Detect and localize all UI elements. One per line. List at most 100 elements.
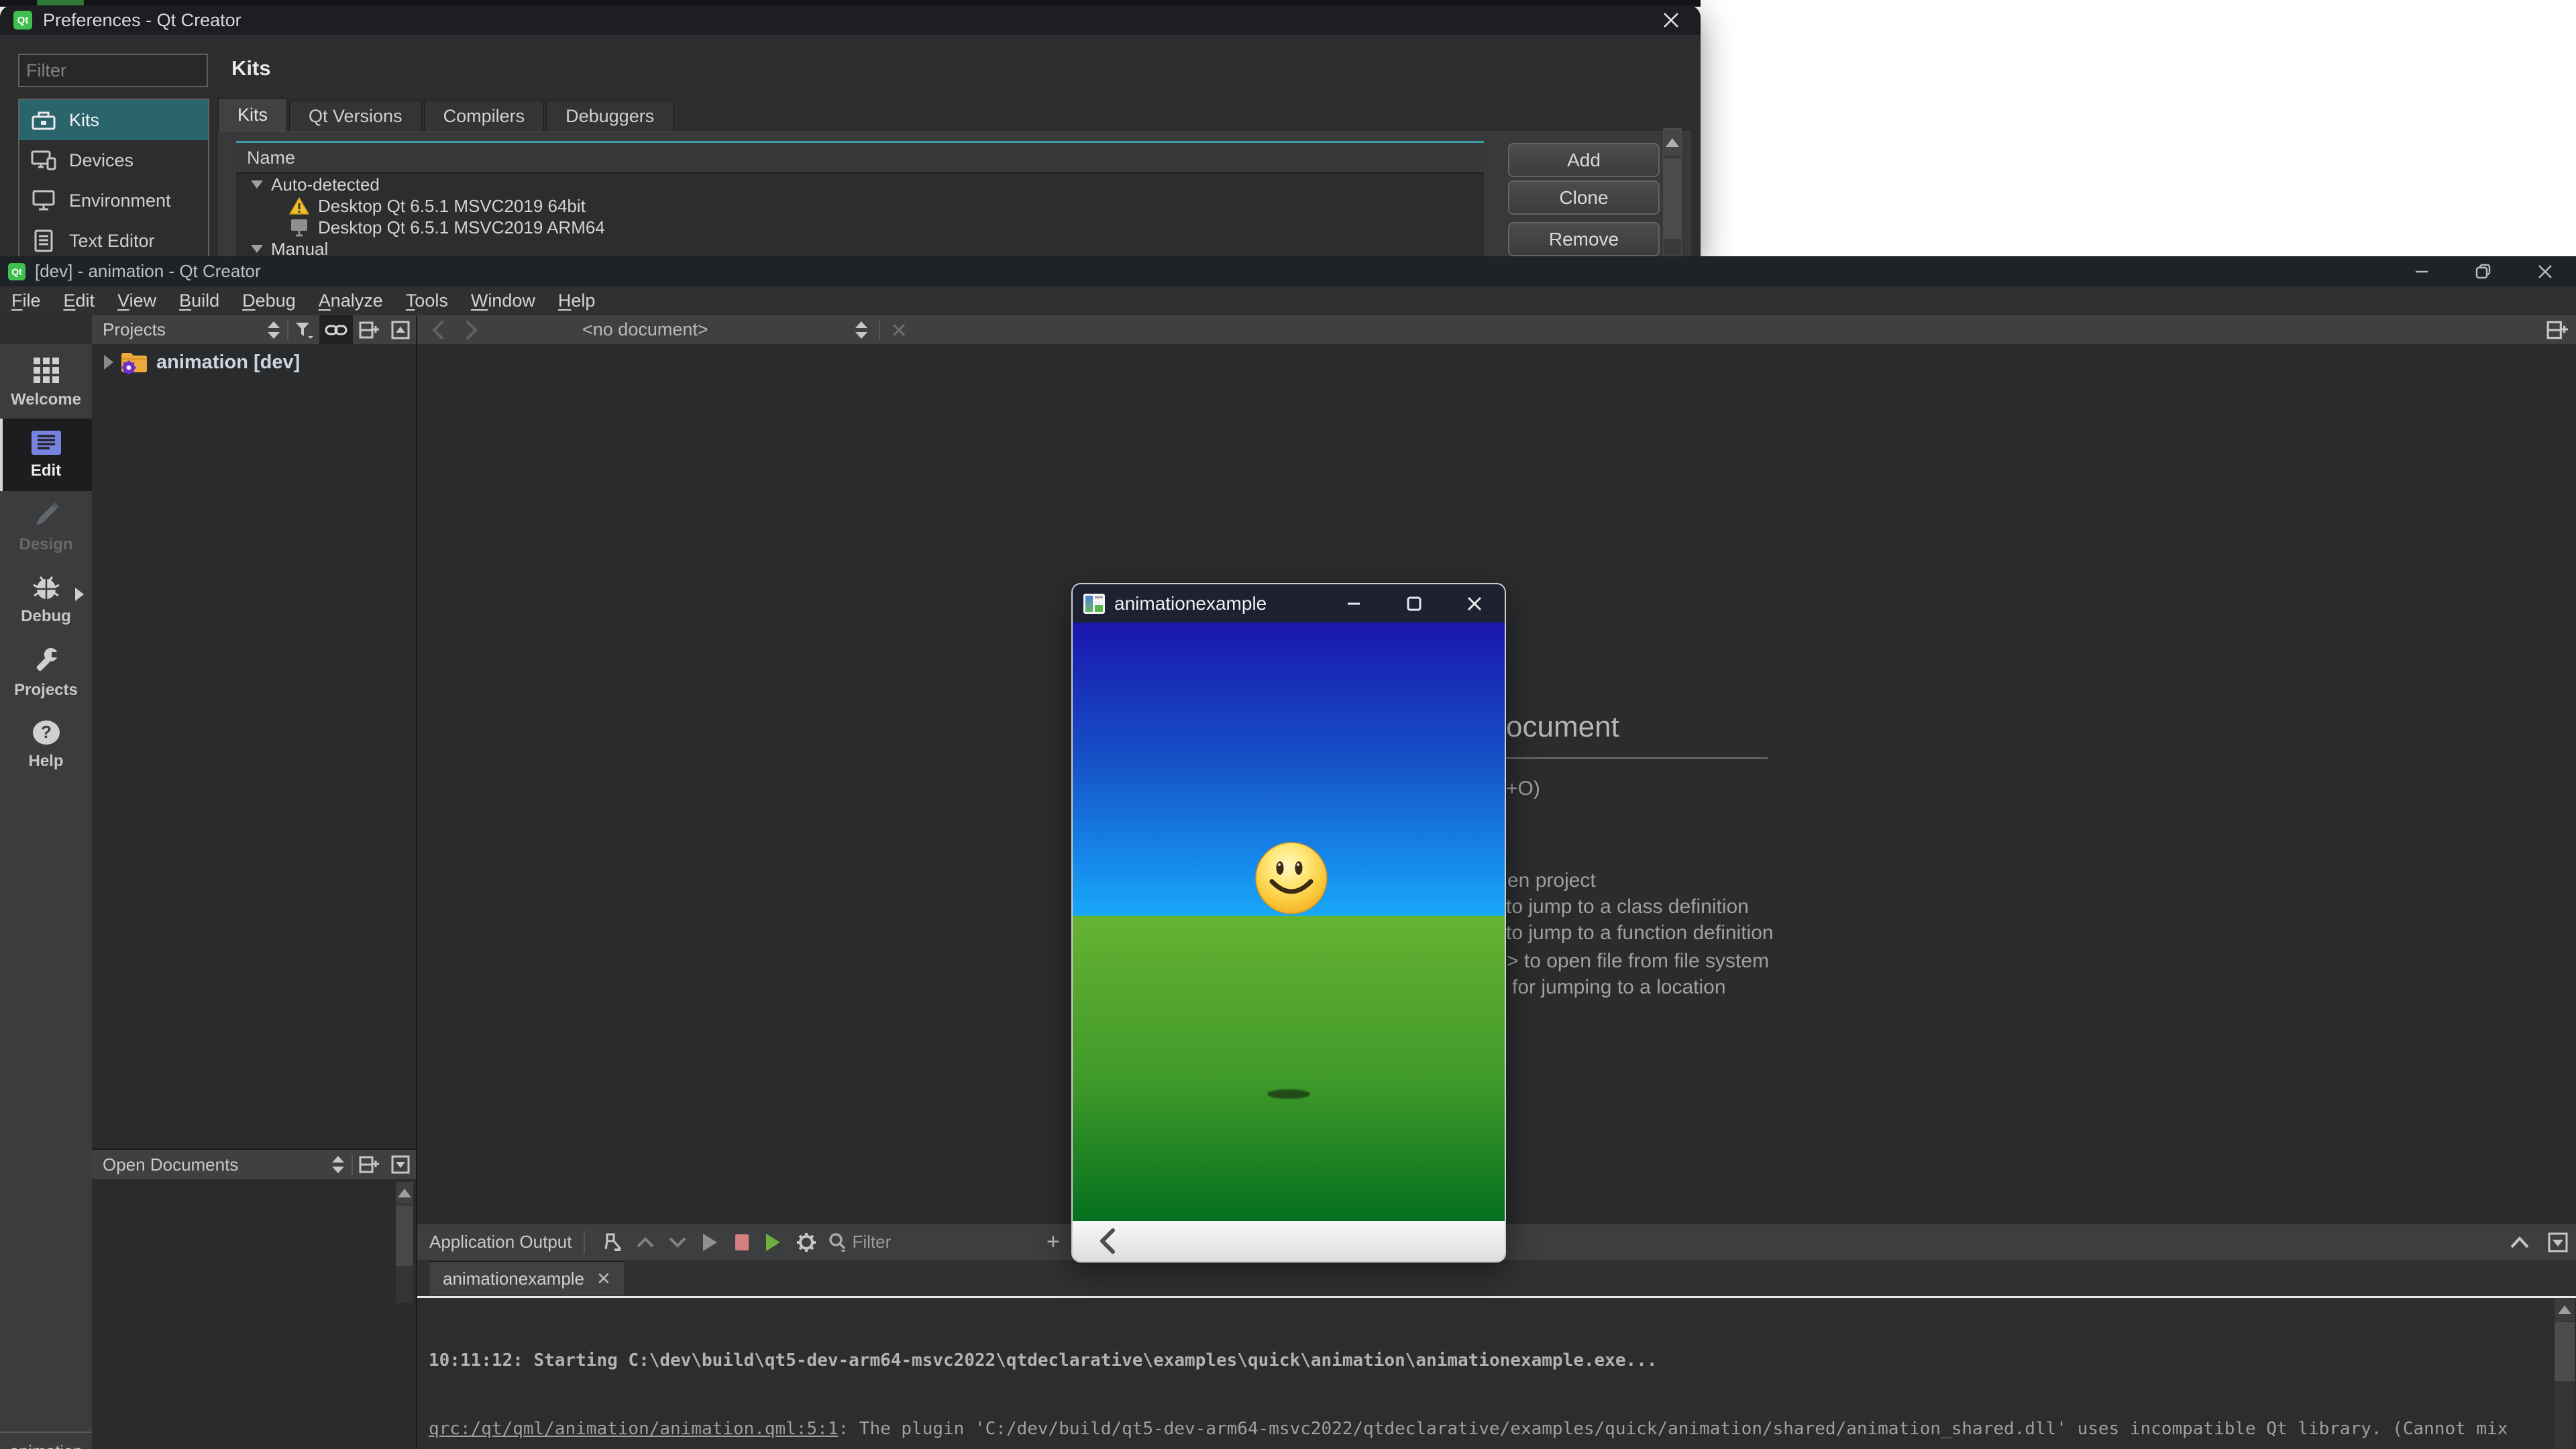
mode-edit[interactable]: Edit bbox=[0, 419, 92, 491]
pane-switch-combo[interactable] bbox=[260, 315, 287, 344]
menu-help[interactable]: Help bbox=[547, 290, 607, 311]
menu-edit[interactable]: Edit bbox=[52, 290, 107, 311]
scrollbar-thumb[interactable] bbox=[2555, 1322, 2575, 1381]
mode-debug[interactable]: Debug bbox=[0, 564, 92, 636]
console-scrollbar[interactable] bbox=[2555, 1298, 2575, 1449]
category-item-devices[interactable]: Devices bbox=[19, 140, 208, 180]
kits-group-row[interactable]: Auto-detected bbox=[236, 174, 1484, 195]
mode-projects[interactable]: Projects bbox=[0, 636, 92, 708]
kit-label: Desktop Qt 6.5.1 MSVC2019 64bit bbox=[318, 196, 586, 217]
smiley-face[interactable] bbox=[1254, 841, 1328, 915]
run-button[interactable] bbox=[694, 1224, 726, 1260]
scroll-up-button[interactable] bbox=[396, 1182, 413, 1203]
kit-row[interactable]: Desktop Qt 6.5.1 MSVC2019 64bit bbox=[236, 195, 1484, 217]
restore-button[interactable] bbox=[2453, 256, 2514, 286]
filter-output-button[interactable] bbox=[822, 1224, 852, 1260]
category-item-kits[interactable]: Kits bbox=[19, 100, 208, 140]
source-link[interactable]: qrc:/qt/qml/animation/animation.qml:5:1 bbox=[429, 1419, 838, 1439]
app-window-controls bbox=[1324, 584, 1505, 623]
placeholder-divider bbox=[1506, 757, 1768, 759]
welcome-grid-icon bbox=[32, 356, 60, 384]
console-line: qrc:/qt/qml/animation/animation.qml:5:1:… bbox=[429, 1417, 2548, 1440]
mode-label: Edit bbox=[31, 462, 61, 480]
menu-window[interactable]: Window bbox=[460, 290, 547, 311]
mode-help[interactable]: ? Help bbox=[0, 708, 92, 781]
scrollbar-thumb[interactable] bbox=[396, 1205, 413, 1266]
kits-table-header[interactable]: Name bbox=[236, 143, 1484, 174]
menu-tools[interactable]: Tools bbox=[394, 290, 460, 311]
sort-arrows-icon bbox=[331, 1155, 345, 1175]
tab-kits[interactable]: Kits bbox=[218, 98, 287, 131]
split-editor-button[interactable] bbox=[2537, 315, 2576, 344]
close-panel-icon[interactable] bbox=[2548, 1232, 2568, 1252]
placeholder-hint: to jump to a class definition bbox=[1506, 896, 1749, 918]
kits-scrollbar[interactable] bbox=[1663, 128, 1682, 256]
tab-compilers[interactable]: Compilers bbox=[424, 101, 545, 131]
go-forward-button[interactable] bbox=[455, 315, 488, 344]
kits-table: Name Auto-detected Desktop Qt 6.5.1 MSVC… bbox=[236, 141, 1484, 256]
document-combo-arrows[interactable] bbox=[849, 315, 873, 344]
clear-output-button[interactable] bbox=[597, 1224, 629, 1260]
minimize-button[interactable] bbox=[1324, 584, 1384, 623]
menu-debug[interactable]: Debug bbox=[231, 290, 307, 311]
split-pane-button[interactable] bbox=[353, 1150, 385, 1179]
category-item-text-editor[interactable]: Text Editor bbox=[19, 221, 208, 256]
open-document-selector[interactable]: <no document> bbox=[582, 319, 708, 340]
menu-view[interactable]: View bbox=[106, 290, 168, 311]
app-titlebar[interactable]: animationexample bbox=[1073, 584, 1505, 623]
stop-button[interactable] bbox=[726, 1224, 758, 1260]
mode-welcome[interactable]: Welcome bbox=[0, 346, 92, 419]
collapsed-arrow-icon[interactable] bbox=[104, 355, 113, 370]
close-button[interactable] bbox=[1444, 584, 1505, 623]
scrollbar-thumb[interactable] bbox=[1664, 158, 1681, 239]
output-settings-button[interactable] bbox=[790, 1224, 822, 1260]
target-selector[interactable]: animation Debug2 bbox=[0, 1432, 92, 1449]
close-pane-button[interactable] bbox=[385, 1150, 416, 1179]
kits-group-row[interactable]: Manual bbox=[236, 238, 1484, 256]
open-documents-scrollbar[interactable] bbox=[396, 1182, 413, 1303]
back-arrow-icon[interactable] bbox=[1095, 1226, 1118, 1256]
clone-button[interactable]: Clone bbox=[1508, 180, 1660, 215]
pane-switch-combo[interactable] bbox=[325, 1150, 352, 1179]
preferences-filter-input[interactable] bbox=[18, 54, 208, 87]
previous-item-button[interactable] bbox=[629, 1224, 661, 1260]
add-button[interactable]: Add bbox=[1508, 143, 1660, 177]
split-pane-button[interactable] bbox=[353, 315, 385, 344]
debug-submenu-arrow-icon[interactable] bbox=[75, 588, 84, 601]
expanded-triangle-icon[interactable] bbox=[251, 245, 263, 253]
collapse-pane-button[interactable] bbox=[385, 315, 416, 344]
tab-debuggers[interactable]: Debuggers bbox=[546, 101, 674, 131]
preferences-close-button[interactable] bbox=[1656, 9, 1686, 31]
menu-file[interactable]: File bbox=[0, 290, 52, 311]
kit-row[interactable]: Desktop Qt 6.5.1 MSVC2019 ARM64 bbox=[236, 217, 1484, 238]
close-document-button[interactable] bbox=[885, 315, 912, 344]
remove-button[interactable]: Remove bbox=[1508, 222, 1660, 256]
mode-label: Debug bbox=[21, 607, 71, 626]
project-tree-item[interactable]: animation [dev] bbox=[92, 348, 300, 376]
tab-qt-versions[interactable]: Qt Versions bbox=[289, 101, 422, 131]
next-item-button[interactable] bbox=[661, 1224, 694, 1260]
console-output[interactable]: 10:11:12: Starting C:\dev\build\qt5-dev-… bbox=[417, 1298, 2548, 1449]
output-tab-animationexample[interactable]: animationexample ✕ bbox=[429, 1261, 625, 1295]
close-button[interactable] bbox=[2514, 256, 2576, 286]
maximize-button[interactable] bbox=[1384, 584, 1444, 623]
menu-build[interactable]: Build bbox=[168, 290, 231, 311]
rerun-debug-button[interactable] bbox=[758, 1224, 790, 1260]
output-filter-input[interactable]: Filter bbox=[852, 1232, 891, 1252]
link-with-editor-button[interactable] bbox=[319, 315, 353, 344]
preferences-titlebar[interactable]: Qt Preferences - Qt Creator bbox=[0, 5, 1701, 35]
scroll-up-button[interactable] bbox=[2555, 1298, 2575, 1321]
scroll-up-button[interactable] bbox=[1664, 129, 1681, 156]
up-triangle-icon bbox=[1666, 138, 1679, 147]
maximize-panel-icon[interactable] bbox=[2509, 1236, 2530, 1249]
qt-creator-logo-icon: Qt bbox=[13, 11, 32, 30]
menu-analyze[interactable]: Analyze bbox=[307, 290, 394, 311]
expanded-triangle-icon[interactable] bbox=[251, 180, 263, 189]
minimize-button[interactable] bbox=[2391, 256, 2453, 286]
go-back-button[interactable] bbox=[421, 315, 455, 344]
main-titlebar[interactable]: Qt [dev] - animation - Qt Creator bbox=[0, 256, 2576, 286]
add-output-pane-button[interactable]: + bbox=[1046, 1224, 1060, 1260]
category-item-environment[interactable]: Environment bbox=[19, 180, 208, 221]
close-tab-icon[interactable]: ✕ bbox=[596, 1269, 611, 1289]
filter-tree-button[interactable] bbox=[288, 315, 319, 344]
